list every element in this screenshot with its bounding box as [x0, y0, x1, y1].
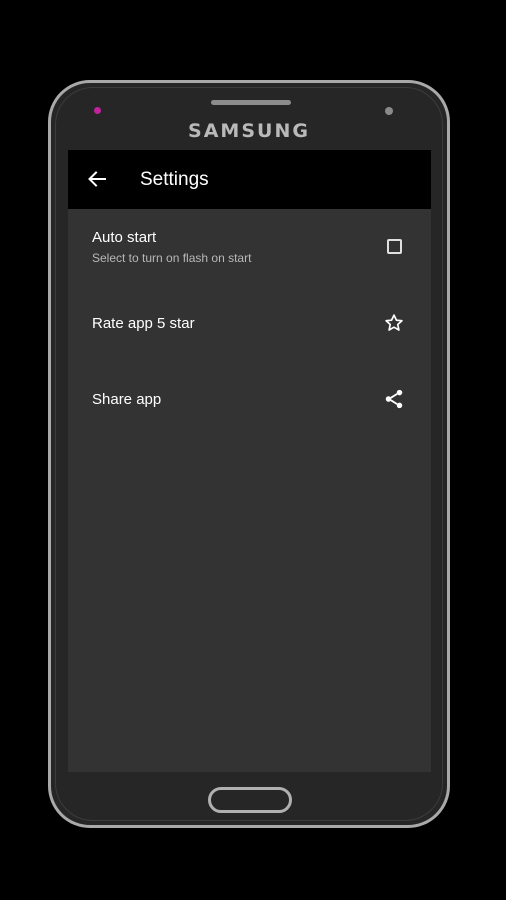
rate-button[interactable]: [383, 312, 405, 334]
brand-logo: SAMSUNG: [188, 120, 310, 142]
star-outline-icon: [385, 314, 403, 331]
checkbox-icon: [386, 238, 402, 254]
auto-start-checkbox[interactable]: [383, 235, 405, 257]
app-bar: Settings: [68, 150, 431, 209]
setting-rate-app-title: Rate app 5 star: [92, 315, 195, 332]
page-title: Settings: [140, 169, 209, 190]
setting-share-app-title: Share app: [92, 391, 162, 408]
earpiece-speaker: [211, 100, 291, 105]
setting-auto-start-subtitle: Select to turn on flash on start: [92, 251, 252, 265]
setting-auto-start-title: Auto start: [92, 229, 157, 246]
arrow-left-icon: [88, 171, 106, 187]
front-camera: [385, 107, 393, 115]
notification-led: [94, 107, 101, 114]
home-button[interactable]: [208, 787, 292, 813]
setting-auto-start[interactable]: Auto start Select to turn on flash on st…: [68, 220, 431, 282]
setting-rate-app[interactable]: Rate app 5 star: [68, 300, 431, 348]
app-screen: Settings Auto start Select to turn on fl…: [68, 150, 431, 772]
share-icon: [385, 389, 403, 409]
back-button[interactable]: [84, 166, 110, 192]
share-button[interactable]: [383, 388, 405, 410]
setting-share-app[interactable]: Share app: [68, 376, 431, 424]
